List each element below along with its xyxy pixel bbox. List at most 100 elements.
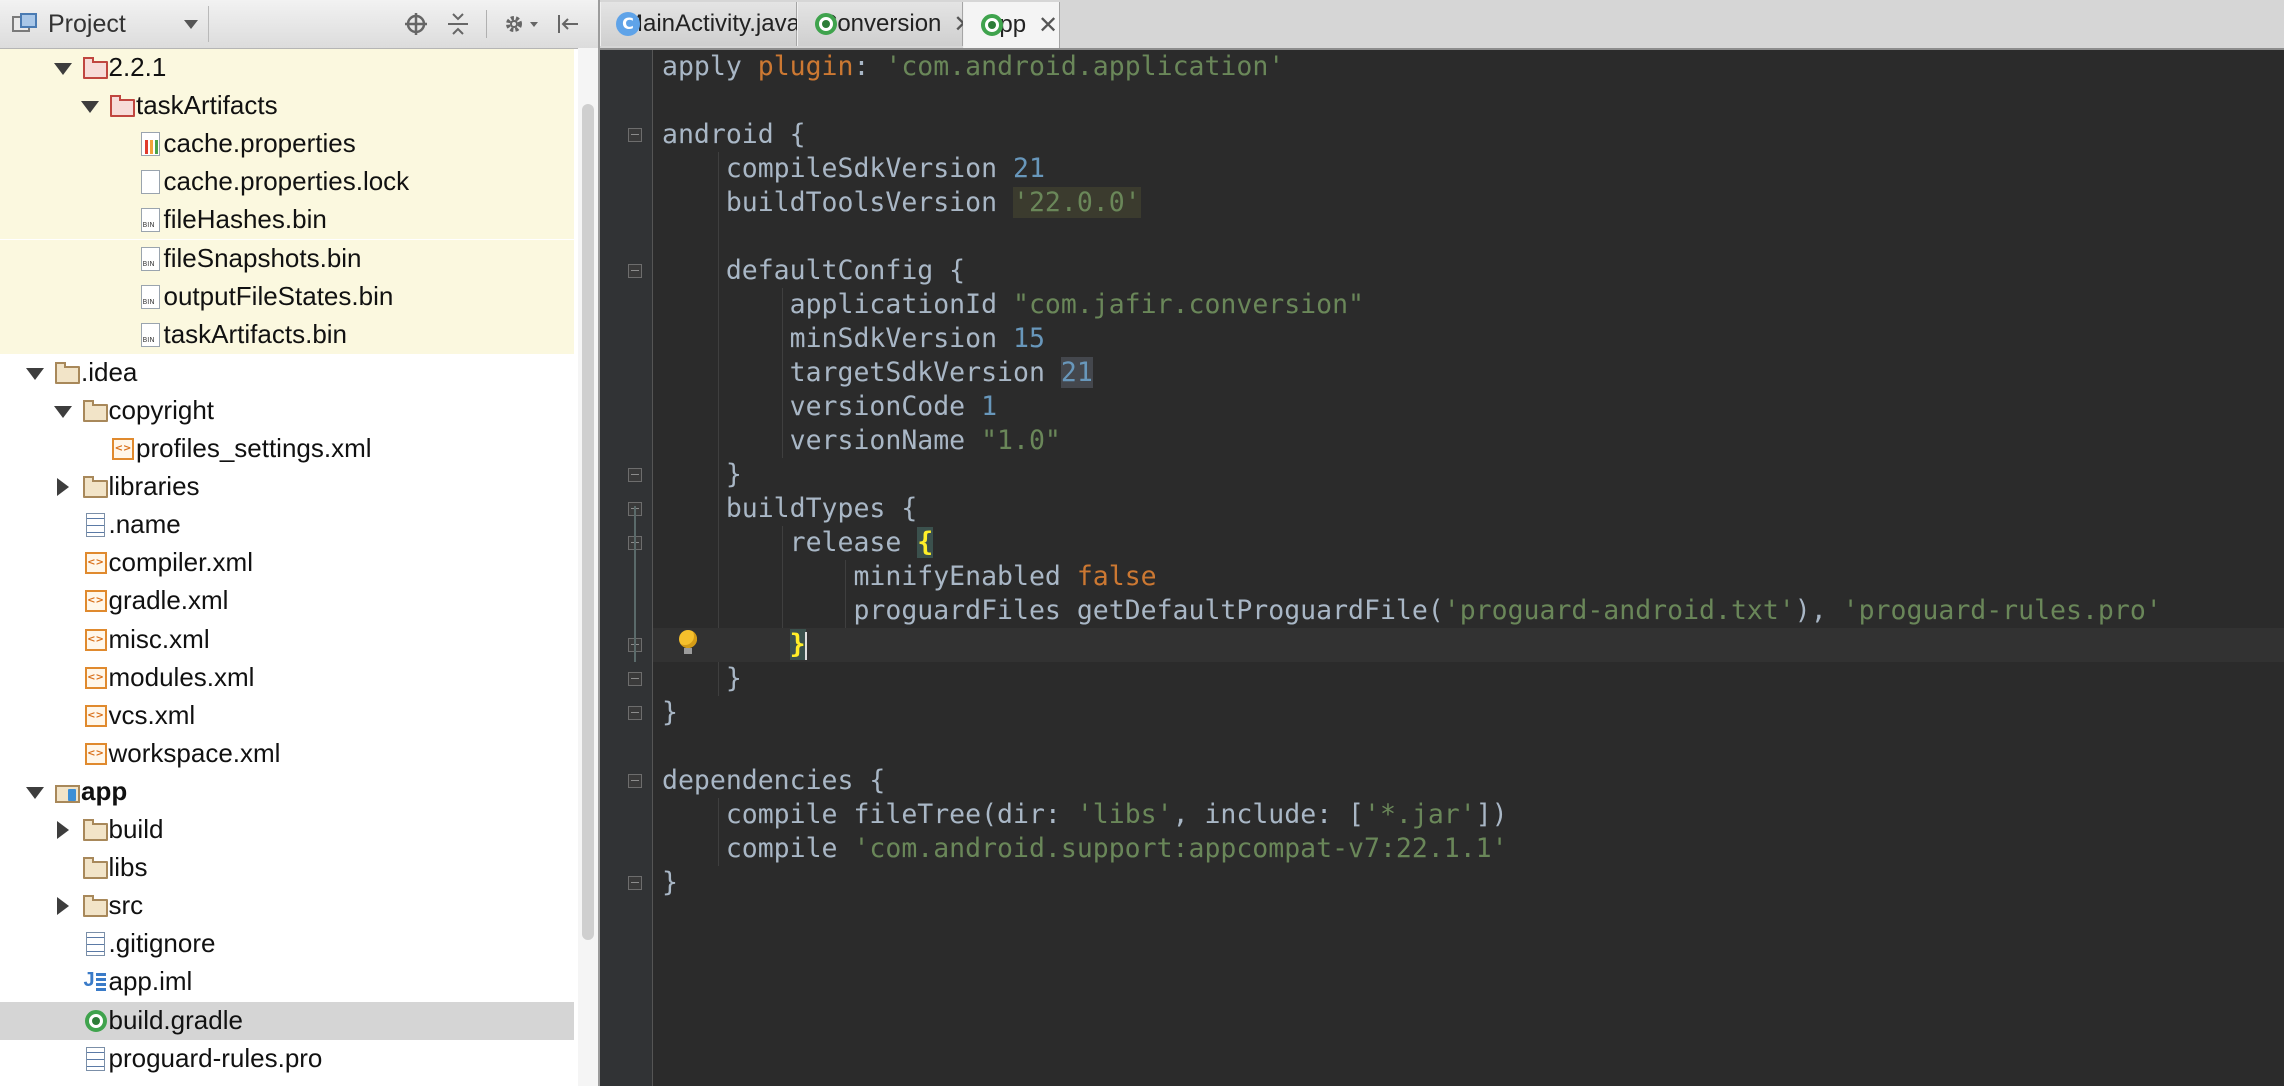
tree-item[interactable]: profiles_settings.xml	[0, 430, 574, 468]
code-token: 'com.android.application'	[885, 51, 1285, 82]
tree-scrollbar-thumb[interactable]	[582, 104, 594, 940]
tree-item-label: fileSnapshots.bin	[163, 242, 362, 273]
code-line[interactable]: release {	[653, 526, 2284, 560]
code-token: android {	[662, 119, 806, 150]
tree-item[interactable]: app.iml	[0, 963, 574, 1001]
code-line[interactable]: }	[653, 696, 2284, 730]
tree-item[interactable]: build	[0, 811, 574, 849]
code-line[interactable]: }	[653, 628, 2284, 662]
tree-item[interactable]: cache.properties.lock	[0, 163, 574, 202]
tree-item[interactable]: libs	[0, 849, 574, 887]
code-line[interactable]: versionName "1.0"	[653, 424, 2284, 458]
expand-arrow-open-icon[interactable]	[26, 786, 44, 799]
code-line[interactable]	[653, 730, 2284, 764]
code-token: 'proguard-rules.pro'	[1842, 595, 2162, 626]
code-token: compile fileTree(dir:	[662, 799, 1077, 830]
tree-item[interactable]: taskArtifacts.bin	[0, 315, 574, 354]
tree-item[interactable]: app	[0, 773, 574, 811]
expand-arrow-closed-icon[interactable]	[56, 897, 69, 916]
editor-gutter[interactable]	[600, 50, 653, 1086]
code-line[interactable]: buildToolsVersion '22.0.0'	[653, 186, 2284, 220]
code-line[interactable]: buildTypes {	[653, 492, 2284, 526]
code-token: buildToolsVersion	[662, 187, 1013, 218]
tree-item[interactable]: cache.properties	[0, 125, 574, 164]
tree-item-label: cache.properties	[163, 128, 356, 159]
scroll-from-source-button[interactable]	[400, 8, 432, 40]
module-folder-icon	[54, 779, 82, 805]
tree-item[interactable]: .gitignore	[0, 925, 574, 963]
fold-marker-icon[interactable]	[628, 706, 642, 720]
tree-item-label: .gitignore	[108, 928, 216, 959]
xml-file-icon	[82, 588, 110, 614]
code-line[interactable]: }	[653, 662, 2284, 696]
code-line[interactable]: minSdkVersion 15	[653, 322, 2284, 356]
expand-arrow-open-icon[interactable]	[81, 101, 99, 114]
code-line[interactable]: applicationId "com.jafir.conversion"	[653, 288, 2284, 322]
tree-item[interactable]: compiler.xml	[0, 544, 574, 582]
expand-arrow-open-icon[interactable]	[53, 63, 72, 75]
tree-item[interactable]: 2.2.1	[0, 49, 574, 87]
code-line[interactable]: defaultConfig {	[653, 254, 2284, 288]
fold-marker-icon[interactable]	[628, 672, 642, 686]
code-line[interactable]: proguardFiles getDefaultProguardFile('pr…	[653, 594, 2284, 628]
code-line[interactable]	[653, 84, 2284, 118]
code-line[interactable]: compile fileTree(dir: 'libs', include: […	[653, 798, 2284, 832]
close-icon[interactable]: ✕	[1038, 11, 1058, 40]
code-line[interactable]: }	[653, 866, 2284, 900]
tree-item[interactable]: .idea	[0, 354, 574, 392]
code-line[interactable]: compileSdkVersion 21	[653, 152, 2284, 186]
fold-marker-icon[interactable]	[628, 264, 642, 278]
code-text: dependencies {	[662, 764, 885, 798]
code-editor[interactable]: apply plugin: 'com.android.application' a…	[653, 50, 2284, 1086]
editor-tab[interactable]: app ✕	[963, 2, 1060, 48]
editor-tab[interactable]: MainActivity.java✕	[600, 2, 832, 46]
code-line[interactable]: apply plugin: 'com.android.application'	[653, 50, 2284, 84]
code-text: buildTypes {	[662, 492, 917, 526]
tree-item[interactable]: workspace.xml	[0, 735, 574, 773]
hide-panel-button[interactable]	[552, 8, 584, 40]
tree-item[interactable]: .name	[0, 506, 574, 544]
expand-arrow-closed-icon[interactable]	[56, 478, 69, 497]
tree-item[interactable]: outputFileStates.bin	[0, 277, 574, 316]
tab-label: Conversion	[820, 10, 942, 37]
tree-item[interactable]: proguard-rules.pro	[0, 1040, 574, 1078]
expand-arrow-open-icon[interactable]	[53, 405, 72, 418]
settings-button[interactable]	[500, 8, 544, 40]
tree-item[interactable]: taskArtifacts	[0, 87, 574, 126]
code-line[interactable]: minifyEnabled false	[653, 560, 2284, 594]
tree-item[interactable]: libraries	[0, 468, 574, 506]
code-line[interactable]: compile 'com.android.support:appcompat-v…	[653, 832, 2284, 866]
project-view-dropdown[interactable]: Project	[4, 6, 209, 42]
fold-marker-icon[interactable]	[628, 876, 642, 890]
tree-item[interactable]: fileSnapshots.bin	[0, 239, 574, 278]
code-line[interactable]: versionCode 1	[653, 390, 2284, 424]
fold-marker-icon[interactable]	[628, 774, 642, 788]
tree-item[interactable]: modules.xml	[0, 659, 574, 697]
editor-tab[interactable]: Conversion✕	[797, 2, 974, 46]
tree-scrollbar[interactable]	[578, 48, 598, 1086]
code-line[interactable]	[653, 220, 2284, 254]
code-line[interactable]: android {	[653, 118, 2284, 152]
tree-item[interactable]: build	[0, 1078, 574, 1086]
code-line[interactable]: }	[653, 458, 2284, 492]
expand-arrow-closed-icon[interactable]	[56, 821, 69, 839]
tree-item[interactable]: misc.xml	[0, 621, 574, 659]
code-line[interactable]: dependencies {	[653, 764, 2284, 798]
tree-item[interactable]: copyright	[0, 392, 574, 430]
tree-item[interactable]: fileHashes.bin	[0, 201, 574, 240]
fold-marker-icon[interactable]	[628, 128, 642, 142]
code-token: '*.jar'	[1364, 799, 1476, 830]
lightbulb-icon[interactable]	[677, 630, 699, 656]
tree-item[interactable]: gradle.xml	[0, 582, 574, 620]
tree-item[interactable]: src	[0, 887, 574, 925]
collapse-all-button[interactable]	[442, 8, 474, 40]
tree-item[interactable]: build.gradle	[0, 1001, 574, 1040]
code-token: }	[662, 867, 678, 898]
expand-arrow-open-icon[interactable]	[26, 367, 44, 380]
tree-item[interactable]: vcs.xml	[0, 697, 574, 735]
code-token: versionName	[662, 425, 982, 456]
code-line[interactable]: targetSdkVersion 21	[653, 356, 2284, 390]
fold-marker-icon[interactable]	[628, 468, 642, 482]
code-token: versionCode	[662, 391, 982, 422]
code-token: {	[917, 527, 934, 558]
